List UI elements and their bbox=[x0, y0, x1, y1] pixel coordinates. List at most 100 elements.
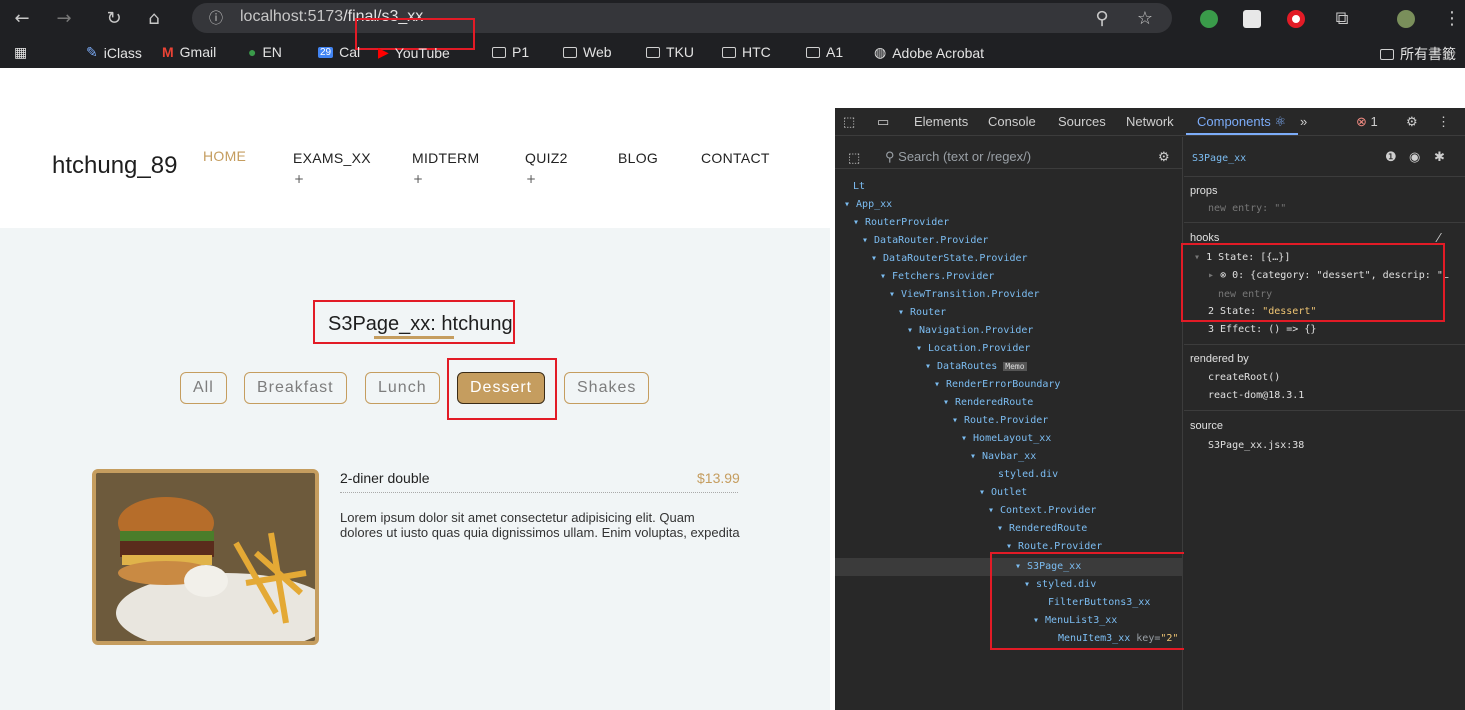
select-component-icon[interactable]: ⬚ bbox=[848, 150, 860, 166]
divider bbox=[1184, 410, 1465, 411]
menu-kebab-icon[interactable]: ⋮ bbox=[1440, 7, 1464, 31]
menu-item-photo bbox=[92, 469, 319, 645]
tree-node[interactable]: Lt bbox=[853, 181, 865, 192]
source-location[interactable]: S3Page_xx.jsx:38 bbox=[1208, 440, 1304, 451]
tab-console[interactable]: Console bbox=[988, 114, 1036, 129]
tree-node[interactable]: ▾ DataRoutes Memo bbox=[925, 361, 1027, 372]
tree-node[interactable]: ▾ ViewTransition.Provider bbox=[889, 289, 1040, 300]
devtools-menu-icon[interactable]: ⋮ bbox=[1437, 114, 1450, 130]
bookmark-a1[interactable]: A1 bbox=[806, 44, 843, 60]
extension-icon[interactable] bbox=[1243, 10, 1261, 28]
extensions-puzzle-icon[interactable]: ⧉ bbox=[1330, 7, 1354, 31]
tree-settings-icon[interactable]: ⚙ bbox=[1158, 149, 1170, 165]
tree-node[interactable]: styled.div bbox=[998, 469, 1058, 480]
menu-item-name: 2-diner double bbox=[340, 470, 430, 486]
tree-node[interactable]: ▾ Outlet bbox=[979, 487, 1027, 498]
nav-quiz2-plus: + bbox=[526, 172, 537, 186]
tree-node[interactable]: ▾ RouterProvider bbox=[853, 217, 949, 228]
rendered-by-item: createRoot() bbox=[1208, 372, 1281, 383]
source-label: source bbox=[1190, 420, 1224, 432]
apps-grid-icon[interactable]: ▦ bbox=[14, 44, 27, 61]
nav-home[interactable]: HOME bbox=[203, 148, 246, 164]
filter-breakfast-button[interactable]: Breakfast bbox=[244, 372, 347, 404]
all-bookmarks[interactable]: 所有書籤 bbox=[1380, 44, 1456, 64]
tab-sources[interactable]: Sources bbox=[1058, 114, 1106, 129]
tree-node[interactable]: ▾ RenderedRoute bbox=[997, 523, 1087, 534]
tree-node[interactable]: ▾ Fetchers.Provider bbox=[880, 271, 994, 282]
bookmark-adobe-acrobat[interactable]: ◍ Adobe Acrobat bbox=[874, 44, 984, 61]
bookmark-star-icon[interactable]: ☆ bbox=[1133, 7, 1157, 31]
reload-icon[interactable]: ↻ bbox=[102, 7, 126, 31]
menu-item-description: Lorem ipsum dolor sit amet consectetur a… bbox=[340, 510, 740, 540]
nav-exams-plus: + bbox=[294, 172, 305, 186]
bookmark-htc[interactable]: HTC bbox=[722, 44, 771, 60]
gmail-icon: M bbox=[162, 44, 174, 60]
tree-node[interactable]: ▾ DataRouterState.Provider bbox=[871, 253, 1028, 264]
title-highlight-box bbox=[313, 300, 515, 344]
youtube-icon: ▶ bbox=[378, 44, 389, 60]
nav-contact[interactable]: CONTACT bbox=[701, 150, 770, 166]
tree-node[interactable]: ▾ App_xx bbox=[844, 199, 892, 210]
bookmark-en[interactable]: ● EN bbox=[248, 44, 282, 60]
more-tabs-icon[interactable]: » bbox=[1300, 114, 1307, 129]
filter-all-button[interactable]: All bbox=[180, 372, 227, 404]
site-info-icon[interactable]: ⓘ bbox=[204, 7, 228, 31]
evernote-extension-icon[interactable] bbox=[1200, 10, 1218, 28]
nav-exams[interactable]: EXAMS_XX bbox=[293, 150, 371, 166]
tree-node[interactable]: ▾ HomeLayout_xx bbox=[961, 433, 1051, 444]
props-new-entry[interactable]: new entry: "" bbox=[1208, 203, 1286, 214]
tree-node[interactable]: ▾ RenderedRoute bbox=[943, 397, 1033, 408]
tree-node[interactable]: ▾ Navigation.Provider bbox=[907, 325, 1033, 336]
tab-components[interactable]: Components ⚛ bbox=[1197, 114, 1286, 130]
bug-icon[interactable]: ✱ bbox=[1434, 149, 1445, 165]
filter-shakes-button[interactable]: Shakes bbox=[564, 372, 650, 404]
bookmark-p1[interactable]: P1 bbox=[492, 44, 529, 60]
divider bbox=[1184, 222, 1465, 223]
error-counter[interactable]: ⊗ 1 bbox=[1356, 114, 1378, 130]
bookmark-youtube[interactable]: ▶ YouTube bbox=[378, 44, 450, 61]
inspect-element-icon[interactable]: ⬚ bbox=[843, 114, 855, 130]
tree-node[interactable]: ▾ Router bbox=[898, 307, 946, 318]
tree-node[interactable]: ▾ RenderErrorBoundary bbox=[934, 379, 1060, 390]
tab-elements[interactable]: Elements bbox=[914, 114, 968, 129]
bookmark-cal[interactable]: 29 Cal bbox=[318, 44, 360, 60]
warning-icon[interactable]: ❶ bbox=[1385, 149, 1397, 165]
tree-node[interactable]: ▾ DataRouter.Provider bbox=[862, 235, 988, 246]
folder-icon bbox=[806, 46, 820, 58]
zoom-icon[interactable]: ⚲ bbox=[1090, 7, 1114, 31]
device-toggle-icon[interactable]: ▭ bbox=[877, 114, 889, 130]
profile-avatar[interactable] bbox=[1397, 10, 1415, 28]
folder-icon bbox=[563, 46, 577, 58]
tree-node[interactable]: ▾ Route.Provider bbox=[952, 415, 1048, 426]
hook-effect-3[interactable]: 3 Effect: () => {} bbox=[1208, 324, 1316, 335]
bookmark-gmail[interactable]: M Gmail bbox=[162, 44, 216, 60]
nav-midterm[interactable]: MIDTERM bbox=[412, 150, 479, 166]
forward-icon[interactable]: → bbox=[52, 7, 76, 31]
record-extension-icon[interactable] bbox=[1287, 10, 1305, 28]
props-label: props bbox=[1190, 185, 1218, 197]
bookmark-iclass[interactable]: ✎ iClass bbox=[86, 44, 142, 61]
search-icon: ⚲ bbox=[885, 149, 895, 164]
nav-quiz2[interactable]: QUIZ2 bbox=[525, 150, 568, 166]
eye-icon[interactable]: ◉ bbox=[1409, 149, 1420, 165]
tab-network[interactable]: Network bbox=[1126, 114, 1174, 129]
tree-node[interactable]: ▾ Context.Provider bbox=[988, 505, 1096, 516]
bookmark-web[interactable]: Web bbox=[563, 44, 612, 60]
search-input[interactable]: ⚲ Search (text or /regex/) bbox=[885, 149, 1031, 165]
burger-image bbox=[96, 473, 315, 641]
divider bbox=[1184, 176, 1465, 177]
home-icon[interactable]: ⌂ bbox=[142, 7, 166, 31]
memo-badge: Memo bbox=[1003, 362, 1027, 371]
filter-lunch-button[interactable]: Lunch bbox=[365, 372, 440, 404]
tree-node[interactable]: ▾ Location.Provider bbox=[916, 343, 1030, 354]
divider bbox=[1184, 344, 1465, 345]
settings-gear-icon[interactable]: ⚙ bbox=[1406, 114, 1418, 130]
back-icon[interactable]: ← bbox=[10, 7, 34, 31]
folder-icon bbox=[722, 46, 736, 58]
tree-highlight-box bbox=[990, 552, 1196, 650]
tree-node[interactable]: ▾ Route.Provider bbox=[1006, 541, 1102, 552]
tree-node[interactable]: ▾ Navbar_xx bbox=[970, 451, 1036, 462]
site-brand[interactable]: htchung_89 bbox=[52, 152, 177, 180]
bookmark-tku[interactable]: TKU bbox=[646, 44, 694, 60]
nav-blog[interactable]: BLOG bbox=[618, 150, 658, 166]
